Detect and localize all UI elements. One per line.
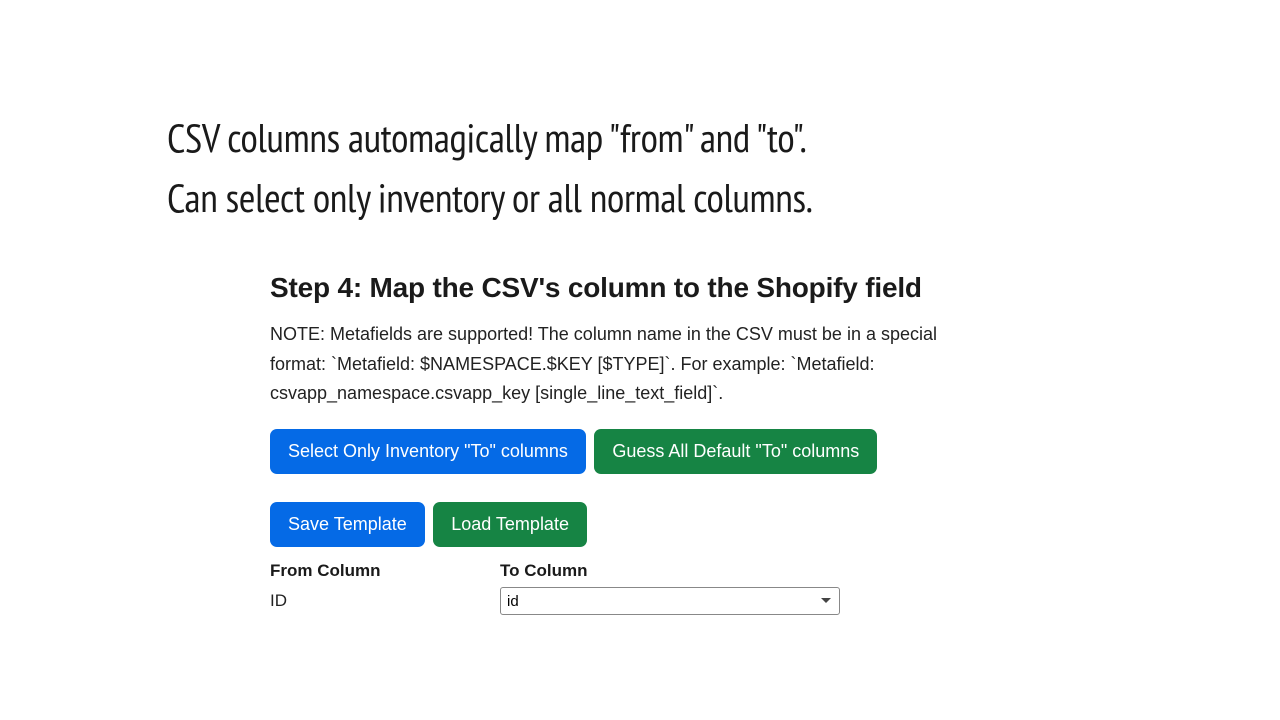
load-template-button[interactable]: Load Template (433, 502, 587, 547)
headline-line1: CSV columns automagically map "from" and… (167, 112, 806, 164)
metafield-note: NOTE: Metafields are supported! The colu… (270, 320, 990, 409)
to-column-header: To Column (500, 561, 1030, 581)
column-headers: From Column To Column (270, 561, 1030, 581)
headline-line2: Can select only inventory or all normal … (167, 172, 813, 224)
step-title: Step 4: Map the CSV's column to the Shop… (270, 272, 1030, 304)
mapping-row: ID id (270, 587, 1030, 615)
to-column-select[interactable]: id (500, 587, 840, 615)
from-column-value: ID (270, 591, 500, 611)
from-column-header: From Column (270, 561, 500, 581)
headline: CSV columns automagically map "from" and… (167, 108, 1127, 228)
mapping-panel: Step 4: Map the CSV's column to the Shop… (270, 272, 1030, 615)
preset-button-row: Select Only Inventory "To" columns Guess… (270, 429, 1030, 474)
select-inventory-button[interactable]: Select Only Inventory "To" columns (270, 429, 586, 474)
guess-default-button[interactable]: Guess All Default "To" columns (594, 429, 877, 474)
save-template-button[interactable]: Save Template (270, 502, 425, 547)
template-button-row: Save Template Load Template (270, 502, 1030, 547)
